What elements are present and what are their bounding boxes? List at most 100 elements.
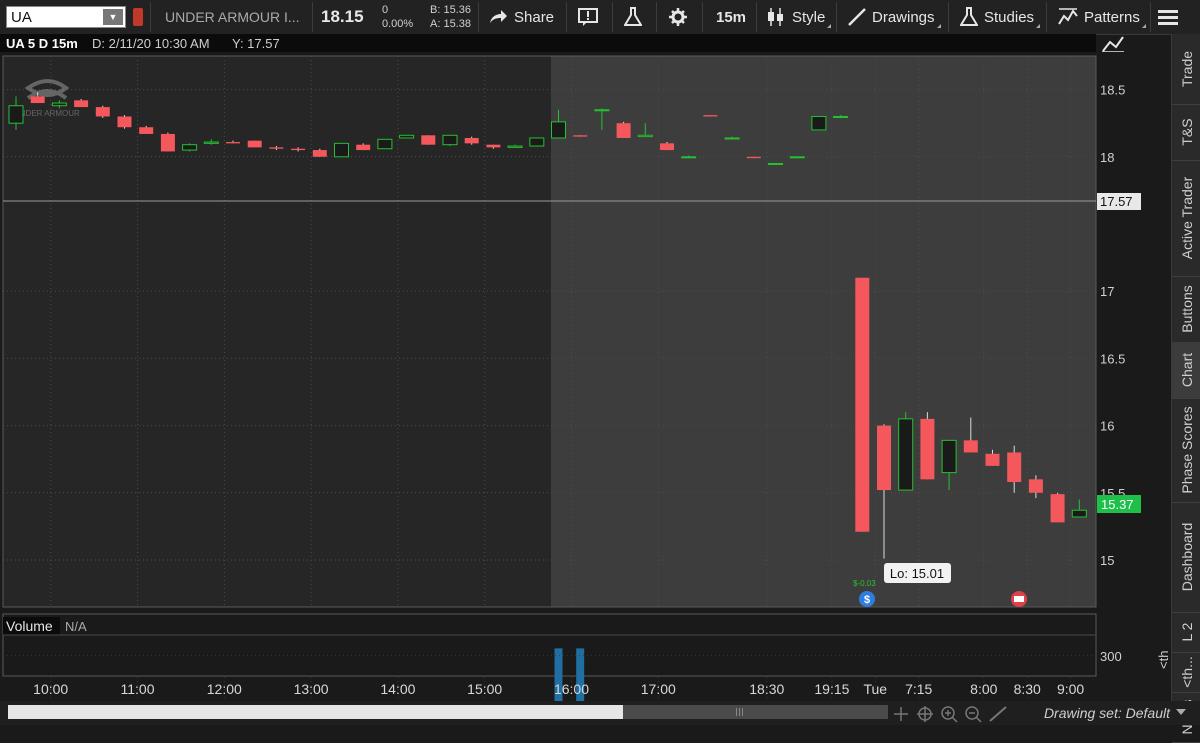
menu-button[interactable] (1158, 3, 1178, 31)
price-tick-label: 16 (1100, 419, 1114, 434)
candle-body (833, 115, 849, 118)
cursor-date: D: 2/11/20 10:30 AM (92, 36, 210, 51)
share-icon (490, 10, 507, 23)
candle-body (877, 425, 891, 491)
right-sidebar: Trade T&S Active Trader Buttons Chart Phase S… (1171, 34, 1200, 743)
net-change: 0 (382, 4, 389, 16)
candle (855, 277, 870, 532)
pencil-icon (848, 8, 866, 26)
style-dropdown-icon (823, 24, 832, 28)
patterns-label: Patterns (1084, 8, 1140, 26)
price-chart[interactable]: UNDER ARMOUR Lo: 15.01 $-0.03 $ 18.5 18 17… (0, 52, 1171, 701)
candle-body (1050, 494, 1065, 523)
candle (746, 156, 761, 159)
drawing-set-label[interactable]: Drawing set: Default (1044, 705, 1170, 721)
zoom-controls (894, 706, 1007, 723)
time-tick-label: 15:00 (467, 681, 502, 697)
candle-body (941, 439, 957, 474)
low-label: Lo: 15.01 (890, 566, 944, 581)
sidebar-tab-l-2[interactable]: L 2 (1172, 612, 1200, 653)
dividend-text: $-0.03 (853, 579, 876, 588)
interval-label: 15m (716, 8, 747, 26)
time-tick-label: 17:00 (641, 681, 676, 697)
candle (442, 134, 458, 147)
crosshair-pointer-icon[interactable] (917, 706, 933, 722)
sidebar-tab-dashboard[interactable]: Dashboard (1172, 502, 1200, 613)
candle-body (789, 156, 805, 159)
patterns-button[interactable]: Patterns (1058, 3, 1146, 31)
candle-body (30, 96, 45, 104)
drawing-tool-icon[interactable] (989, 706, 1007, 722)
candle-body (8, 105, 24, 124)
style-button[interactable]: Style (766, 3, 832, 31)
time-tick-label: 7:15 (905, 681, 932, 697)
sidebar-tab-th[interactable]: <th... (1172, 652, 1200, 693)
extended-session-area (551, 56, 1096, 607)
alert-button[interactable] (578, 3, 600, 31)
candle (377, 138, 393, 150)
symbol-dropdown-icon[interactable]: ▼ (103, 9, 123, 25)
interval-button[interactable]: 15m (716, 3, 746, 31)
share-button[interactable]: Share (488, 3, 554, 31)
candle-body (1007, 452, 1022, 483)
zoom-out-icon[interactable] (965, 706, 982, 723)
candle-body (399, 134, 415, 139)
svg-text:$: $ (864, 594, 870, 606)
studies-button[interactable]: Studies (960, 3, 1041, 31)
low-annotation: Lo: 15.01 (884, 563, 951, 583)
candle-body (768, 163, 783, 166)
time-tick-label: 18:30 (749, 681, 784, 697)
studies-dropdown-icon (1032, 24, 1041, 28)
sidebar-tab-label: Chart (1178, 352, 1195, 388)
drawings-button[interactable]: Drawings (848, 3, 941, 31)
sidebar-tab-phase-scores[interactable]: Phase Scores (1172, 398, 1200, 503)
candle-body (117, 116, 132, 128)
candle (399, 134, 415, 139)
chart-title: UA 5 D 15m (6, 36, 78, 51)
symbol-selector[interactable]: ▼ (6, 6, 126, 28)
candle (920, 412, 935, 480)
studies-flask-icon (960, 7, 978, 26)
sidebar-tab-buttons[interactable]: Buttons (1172, 276, 1200, 343)
dividend-marker-icon[interactable]: $ (859, 591, 875, 607)
drawing-set-dropdown-icon[interactable] (1176, 709, 1186, 715)
time-tick-label: 16:00 (554, 681, 589, 697)
candle-body (551, 121, 566, 139)
chart-style-icon-wrap[interactable] (1100, 34, 1126, 54)
symbol-input[interactable] (11, 8, 99, 26)
candle-body (421, 135, 436, 145)
cursor-y: Y: 17.57 (232, 36, 280, 51)
candle-body (920, 418, 935, 480)
candle-body (203, 141, 219, 144)
crosshair-icon[interactable] (894, 707, 908, 721)
flask-button[interactable] (624, 3, 642, 31)
candle-body (573, 135, 588, 137)
candle (421, 135, 436, 145)
candle-body (637, 134, 653, 138)
sidebar-tab-trade[interactable]: Trade (1172, 34, 1200, 105)
link-color-icon[interactable] (133, 8, 143, 26)
drawings-dropdown-icon (933, 24, 941, 28)
candle-body (160, 133, 175, 152)
candle (573, 135, 588, 137)
scrollbar-thumb[interactable] (623, 705, 888, 719)
settings-button[interactable] (668, 3, 688, 31)
zoom-in-icon[interactable] (941, 706, 958, 723)
sidebar-tab-t-s[interactable]: T&S (1172, 104, 1200, 161)
time-tick-label: 11:00 (121, 681, 155, 697)
collapse-toggle[interactable]: <th (1156, 651, 1171, 669)
candle (117, 115, 132, 129)
price-tick-label: 16.5 (1100, 351, 1125, 366)
candle-body (269, 147, 284, 149)
sidebar-tab-chart[interactable]: Chart (1172, 342, 1200, 399)
sidebar-tab-active-trader[interactable]: Active Trader (1172, 160, 1200, 277)
candle-body (746, 156, 761, 159)
candle-body (51, 102, 67, 107)
candle-body (985, 453, 1000, 466)
candle-body (681, 156, 697, 159)
time-tick-label: 8:00 (970, 681, 997, 697)
sidebar-tab-label: <th... (1178, 656, 1195, 688)
earnings-marker-icon[interactable] (1011, 591, 1027, 607)
ask-price: A: 15.38 (430, 18, 471, 30)
candle-body (312, 150, 327, 157)
